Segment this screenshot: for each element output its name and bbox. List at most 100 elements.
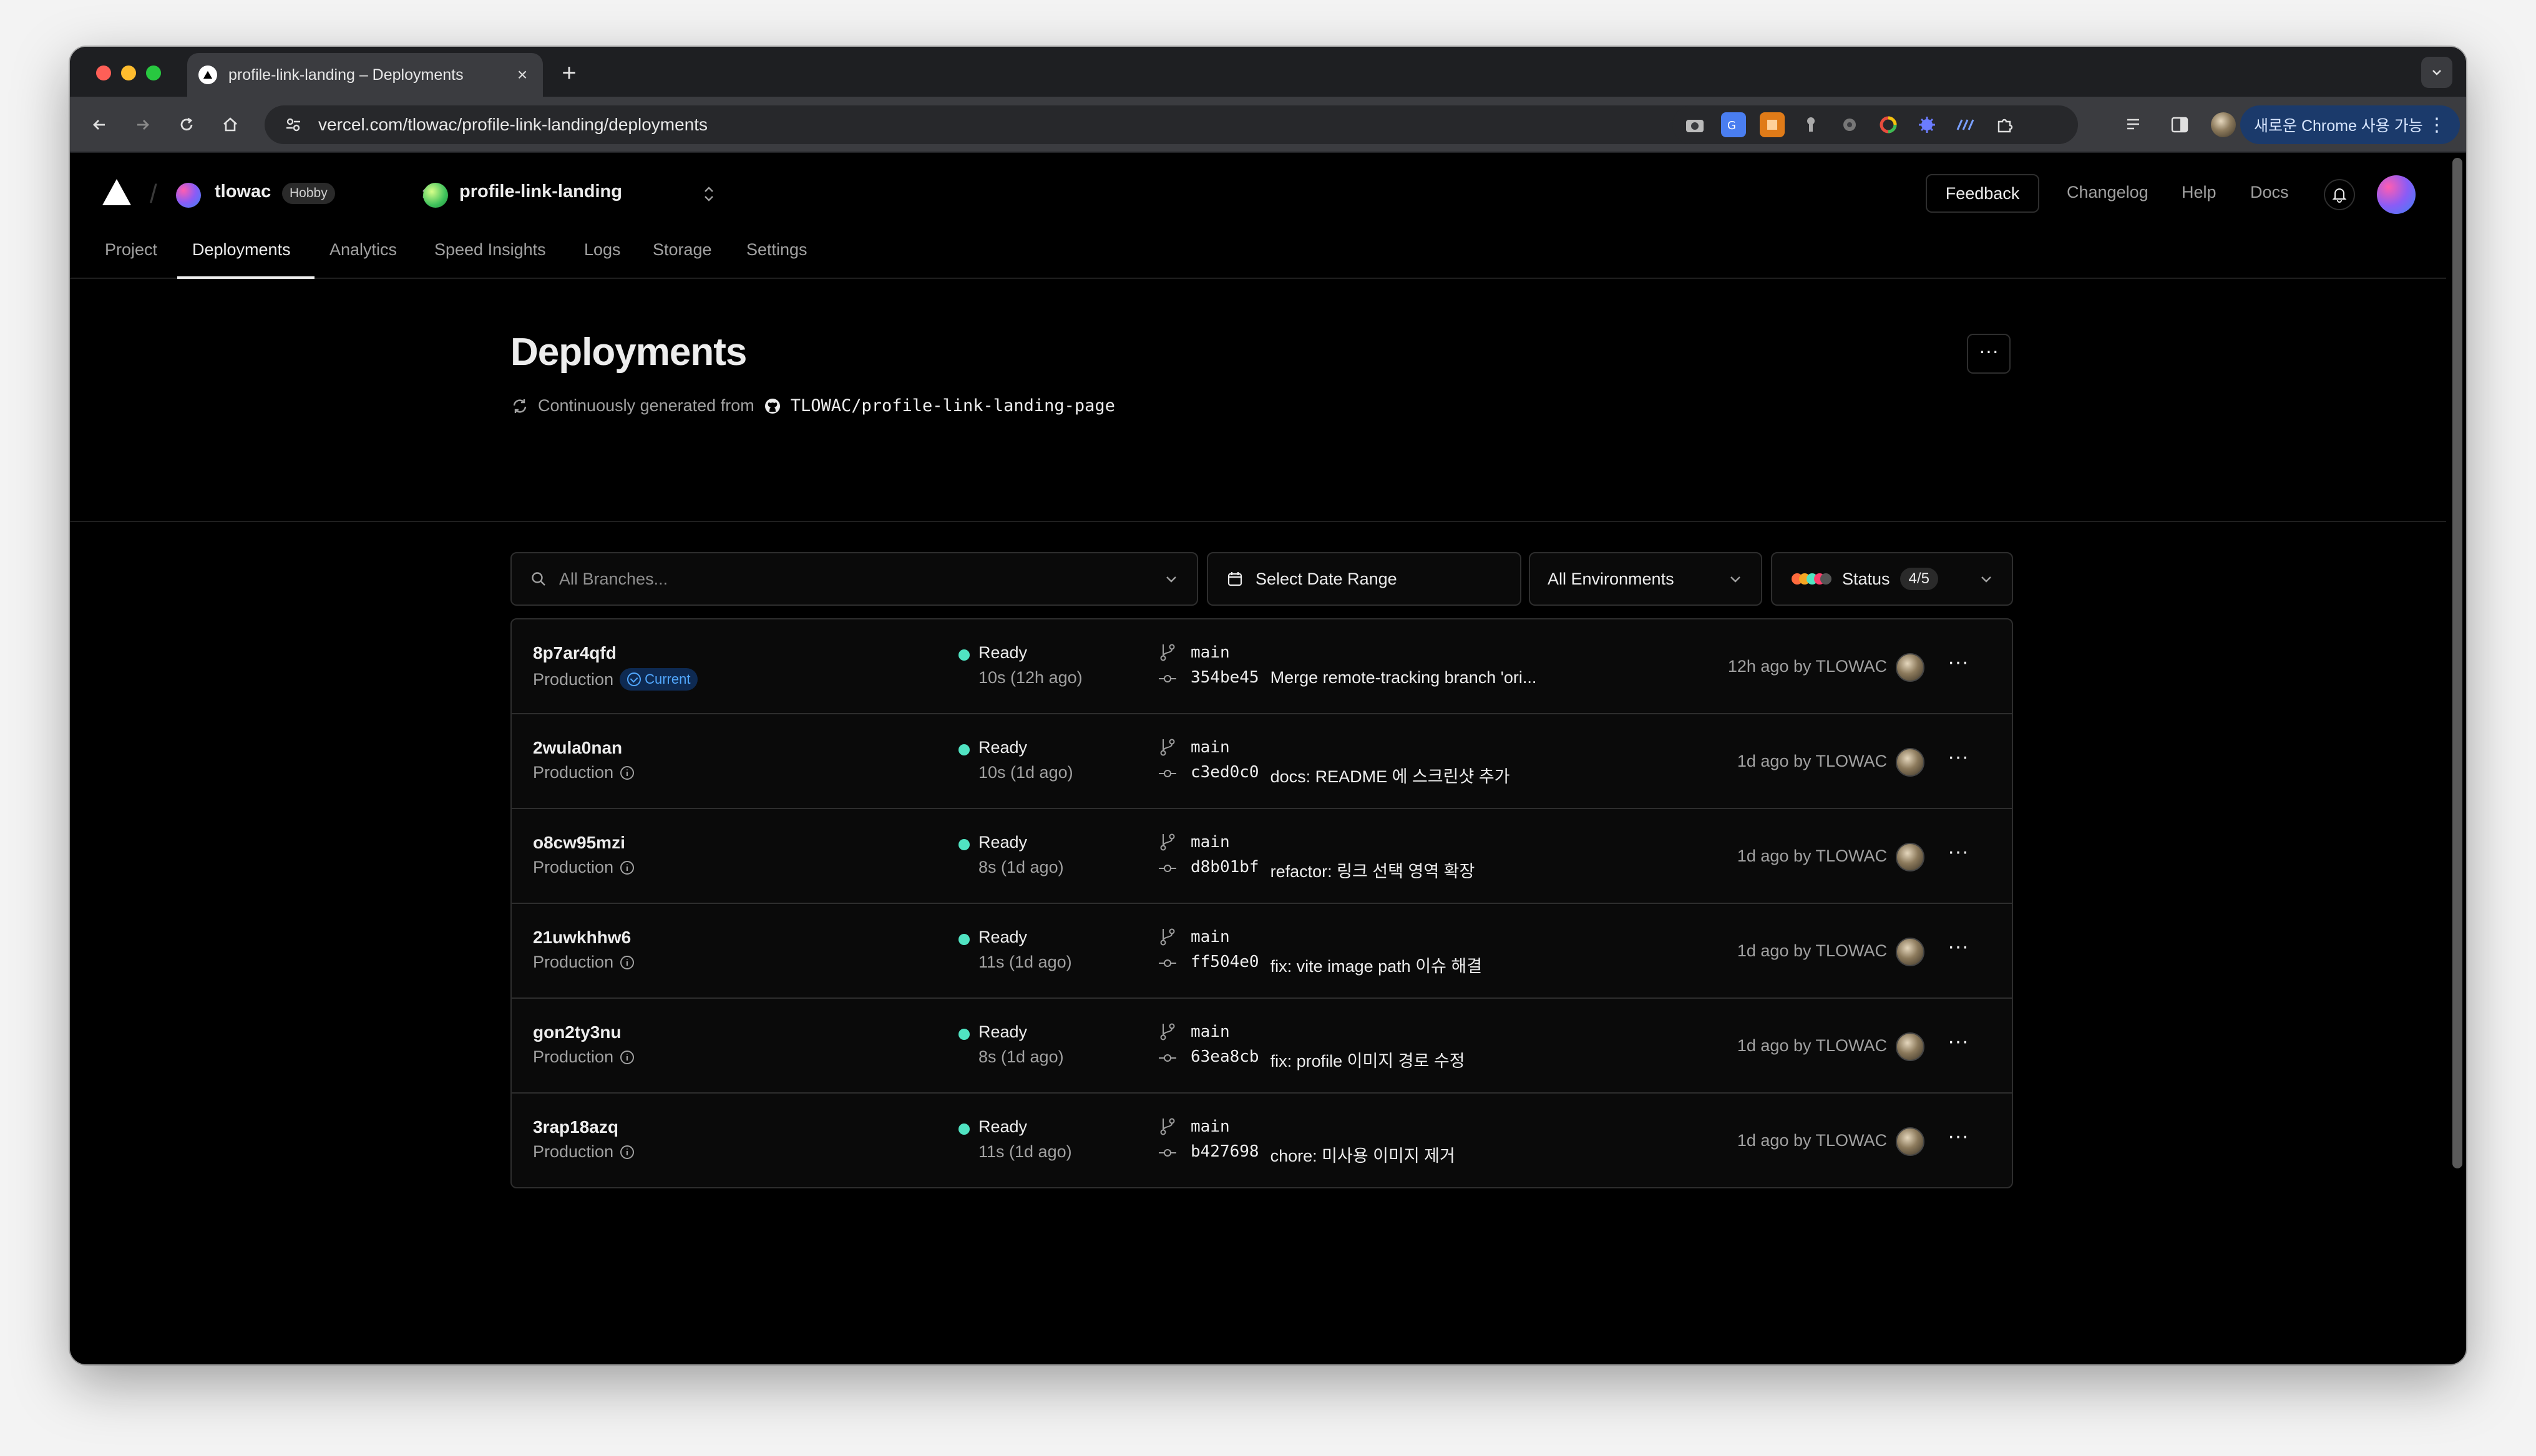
branch-name[interactable]: main [1191,833,1230,852]
row-more-button[interactable]: ··· [1941,935,1976,966]
deployment-row[interactable]: gon2ty3nu Production Ready 8s (1d ago) m… [512,999,2012,1094]
close-window-button[interactable] [96,66,111,80]
status-label: Status [1842,569,1890,588]
feedback-button[interactable]: Feedback [1926,174,2039,213]
back-button[interactable] [85,110,114,139]
info-icon[interactable] [618,764,636,782]
date-range-filter[interactable]: Select Date Range [1207,552,1521,606]
row-more-button[interactable]: ··· [1941,651,1976,682]
home-button[interactable] [216,110,245,139]
project-avatar[interactable] [423,183,448,208]
tab-storage[interactable]: Storage [653,240,712,260]
tab-deployments[interactable]: Deployments [192,240,291,260]
commit-message: chore: 미사용 이미지 제거 [1270,1147,1455,1165]
project-switcher-icon[interactable] [701,183,716,205]
maximize-window-button[interactable] [146,66,161,80]
team-name[interactable]: tlowac [215,182,271,202]
branch-name[interactable]: main [1191,1022,1230,1041]
more-options-button[interactable]: ··· [1967,334,2011,374]
deployment-id[interactable]: 21uwkhhw6 [533,928,631,948]
tab-speed-insights[interactable]: Speed Insights [434,240,546,260]
row-more-button[interactable]: ··· [1941,745,1976,777]
deployment-id[interactable]: o8cw95mzi [533,833,625,853]
reload-button[interactable] [172,110,201,139]
docs-link[interactable]: Docs [2250,183,2289,202]
commit-info[interactable]: d8b01bf refactor: 링크 선택 영역 확장 [1191,858,1475,882]
changelog-link[interactable]: Changelog [2067,183,2148,202]
team-avatar[interactable] [176,183,201,208]
page-scrollbar[interactable] [2452,158,2462,1168]
tab-logs[interactable]: Logs [584,240,621,260]
address-bar[interactable]: vercel.com/tlowac/profile-link-landing/d… [265,105,1725,144]
commit-info[interactable]: ff504e0 fix: vite image path 이슈 해결 [1191,953,1482,977]
row-more-button[interactable]: ··· [1941,1030,1976,1061]
info-icon[interactable] [618,859,636,876]
profile-avatar-icon[interactable] [2209,110,2238,139]
deployment-row[interactable]: o8cw95mzi Production Ready 8s (1d ago) m… [512,809,2012,904]
deployment-row[interactable]: 8p7ar4qfd Production Current Ready 10s (… [512,619,2012,714]
minimize-window-button[interactable] [121,66,136,80]
wave-ext-icon[interactable] [1953,112,1978,137]
project-name[interactable]: profile-link-landing [459,182,622,202]
gear-ext-icon[interactable] [1837,112,1862,137]
branch-name[interactable]: main [1191,643,1230,662]
branch-filter[interactable]: All Branches... [510,552,1198,606]
info-icon[interactable] [618,1049,636,1066]
deployment-id[interactable]: 8p7ar4qfd [533,643,617,663]
commit-sha: d8b01bf [1191,858,1259,876]
status-filter[interactable]: Status 4/5 [1771,552,2013,606]
git-commit-icon [1159,675,1176,682]
git-commit-icon [1159,865,1176,872]
branch-name[interactable]: main [1191,738,1230,757]
pin-ext-icon[interactable] [1798,112,1823,137]
author-avatar[interactable] [1896,843,1924,871]
commit-sha: ff504e0 [1191,953,1259,971]
repo-link[interactable]: TLOWAC/profile-link-landing-page [791,396,1115,415]
chrome-update-button[interactable]: 새로운 Chrome 사용 가능 ⋮ [2240,105,2460,144]
tab-project[interactable]: Project [105,240,157,260]
tab-settings[interactable]: Settings [746,240,807,260]
row-more-button[interactable]: ··· [1941,840,1976,871]
reading-list-icon[interactable] [2120,110,2149,139]
tab-search-button[interactable] [2421,57,2452,88]
environment-filter[interactable]: All Environments [1529,552,1762,606]
deployment-row[interactable]: 2wula0nan Production Ready 10s (1d ago) … [512,714,2012,809]
puzzle-blue-ext-icon[interactable] [1914,112,1939,137]
deployment-id[interactable]: 2wula0nan [533,738,622,758]
author-avatar[interactable] [1896,653,1924,682]
user-avatar[interactable] [2377,175,2416,214]
author-avatar[interactable] [1896,748,1924,777]
tab-analytics[interactable]: Analytics [329,240,397,260]
side-panel-icon[interactable] [2165,110,2194,139]
browser-tab[interactable]: profile-link-landing – Deployments × [187,53,543,97]
commit-info[interactable]: 63ea8cb fix: profile 이미지 경로 수정 [1191,1047,1465,1072]
branch-name[interactable]: main [1191,928,1230,946]
site-settings-icon[interactable] [282,114,305,136]
deployment-row[interactable]: 3rap18azq Production Ready 11s (1d ago) … [512,1094,2012,1187]
author-avatar[interactable] [1896,938,1924,966]
url-text: vercel.com/tlowac/profile-link-landing/d… [318,115,708,134]
row-more-button[interactable]: ··· [1941,1125,1976,1156]
commit-info[interactable]: 354be45 Merge remote-tracking branch 'or… [1191,668,1536,687]
deployment-row[interactable]: 21uwkhhw6 Production Ready 11s (1d ago) … [512,904,2012,999]
notifications-button[interactable] [2324,179,2355,210]
author-avatar[interactable] [1896,1127,1924,1156]
color-ring-ext-icon[interactable] [1876,112,1901,137]
info-icon[interactable] [618,954,636,971]
puzzle-icon[interactable] [1992,112,2017,137]
forward-button[interactable] [129,110,157,139]
commit-info[interactable]: b427698 chore: 미사용 이미지 제거 [1191,1142,1455,1167]
new-tab-button[interactable]: + [555,59,583,87]
translate-ext-icon[interactable]: G [1721,112,1746,137]
camera-ext-icon[interactable] [1682,112,1707,137]
author-avatar[interactable] [1896,1032,1924,1061]
info-icon[interactable] [618,1143,636,1161]
vercel-logo-icon[interactable] [101,178,132,206]
tab-close-icon[interactable]: × [513,66,532,84]
deployment-id[interactable]: gon2ty3nu [533,1022,622,1042]
orange-ext-icon[interactable] [1760,112,1785,137]
branch-name[interactable]: main [1191,1117,1230,1136]
help-link[interactable]: Help [2182,183,2217,202]
commit-info[interactable]: c3ed0c0 docs: README 에 스크린샷 추가 [1191,763,1510,787]
deployment-id[interactable]: 3rap18azq [533,1117,618,1137]
